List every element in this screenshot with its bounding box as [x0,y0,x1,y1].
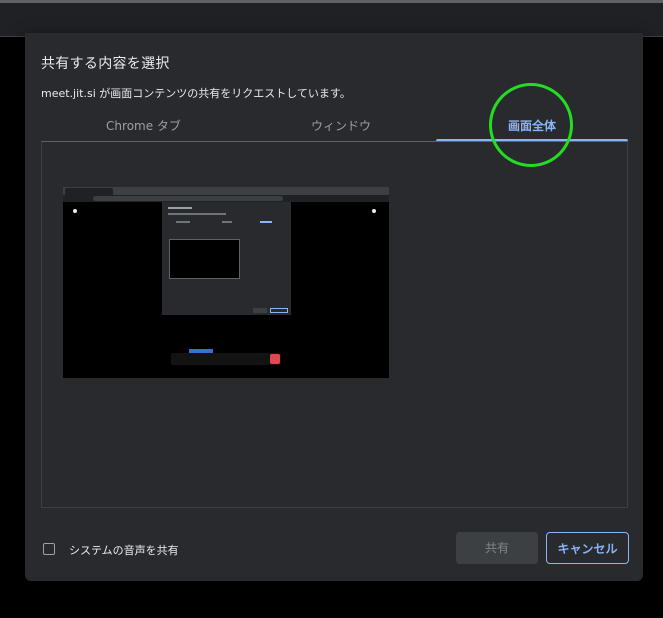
share-audio-label[interactable]: システムの音声を共有 [69,542,179,558]
thumbnail-dialog-tab-line [176,221,190,223]
share-audio-checkbox[interactable] [43,543,55,555]
source-tabs: Chrome タブ ウィンドウ 画面全体 [41,111,628,142]
cancel-button[interactable]: キャンセル [546,532,629,564]
tab-window[interactable]: ウィンドウ [246,111,436,141]
thumbnail-dialog-tab-line [222,221,232,223]
thumbnail-tab-chip [65,188,113,195]
thumbnail-share-button [253,308,267,313]
screen-thumbnail[interactable] [63,187,389,378]
share-button[interactable]: 共有 [456,532,538,564]
thumbnail-preview [169,239,240,279]
dialog-subtitle: meet.jit.si が画面コンテンツの共有をリクエストしています。 [41,87,351,100]
browser-top-bar [0,0,663,37]
tab-entire-screen[interactable]: 画面全体 [436,111,628,141]
browser-top-strip [0,0,663,3]
thumbnail-avatar-dot [372,209,376,213]
share-picker-dialog: 共有する内容を選択 meet.jit.si が画面コンテンツの共有をリクエストし… [25,33,643,581]
dialog-title: 共有する内容を選択 [41,56,170,72]
source-list-panel [41,141,628,508]
thumbnail-logo-dot [73,209,77,213]
thumbnail-cancel-button [270,308,288,313]
thumbnail-dialog-title-line [168,207,192,209]
thumbnail-toolbar [171,353,281,365]
thumbnail-hangup-button [270,354,280,364]
thumbnail-dialog-subtitle-line [168,213,226,215]
thumbnail-dialog-tab-line [260,221,272,223]
thumbnail-url-field [93,196,283,201]
tab-chrome-tab[interactable]: Chrome タブ [41,111,246,141]
